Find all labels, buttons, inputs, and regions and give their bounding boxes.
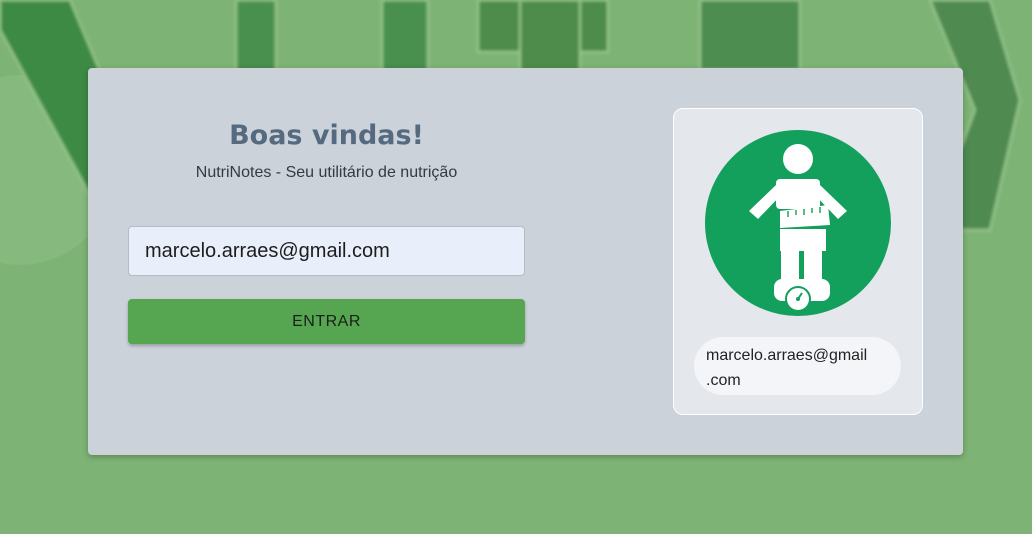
login-card: Boas vindas! NutriNotes - Seu utilitário…	[88, 68, 963, 455]
user-email-chip: marcelo.arraes@gmail .com	[694, 337, 901, 395]
user-email-line1: marcelo.arraes@gmail	[706, 347, 868, 364]
body-measurement-icon	[705, 130, 891, 316]
welcome-title: Boas vindas!	[229, 120, 424, 151]
email-field[interactable]	[128, 226, 525, 276]
user-email-line2: .com	[706, 372, 741, 389]
app-subtitle: NutriNotes - Seu utilitário de nutrição	[195, 164, 458, 181]
profile-card[interactable]: marcelo.arraes@gmail .com	[673, 108, 923, 415]
enter-button[interactable]: ENTRAR	[128, 299, 525, 344]
